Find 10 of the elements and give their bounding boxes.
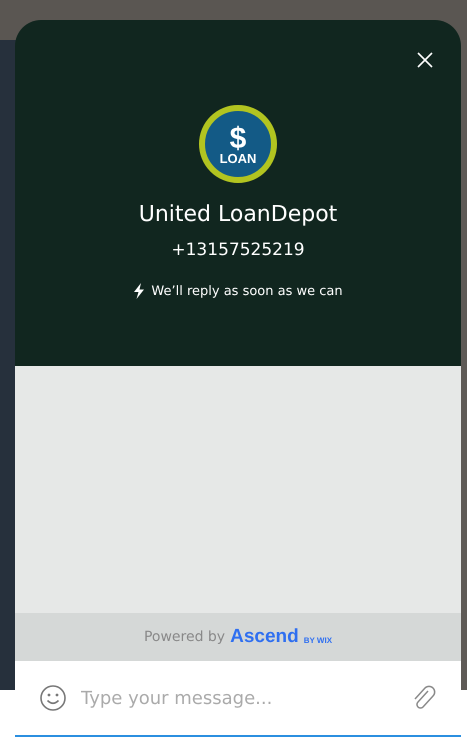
brand-logo: Ascend [230, 626, 299, 648]
emoji-icon[interactable] [39, 684, 67, 712]
close-icon[interactable] [417, 52, 433, 68]
reply-note: We’ll reply as soon as we can [151, 284, 343, 298]
lightning-icon [133, 283, 146, 299]
logo: $ LOAN [199, 105, 277, 183]
business-name: United LoanDepot [138, 201, 338, 229]
powered-by-text: Powered by [144, 629, 226, 645]
brand-suffix: BY WIX [304, 636, 332, 644]
phone-number: +13157525219 [171, 239, 305, 261]
